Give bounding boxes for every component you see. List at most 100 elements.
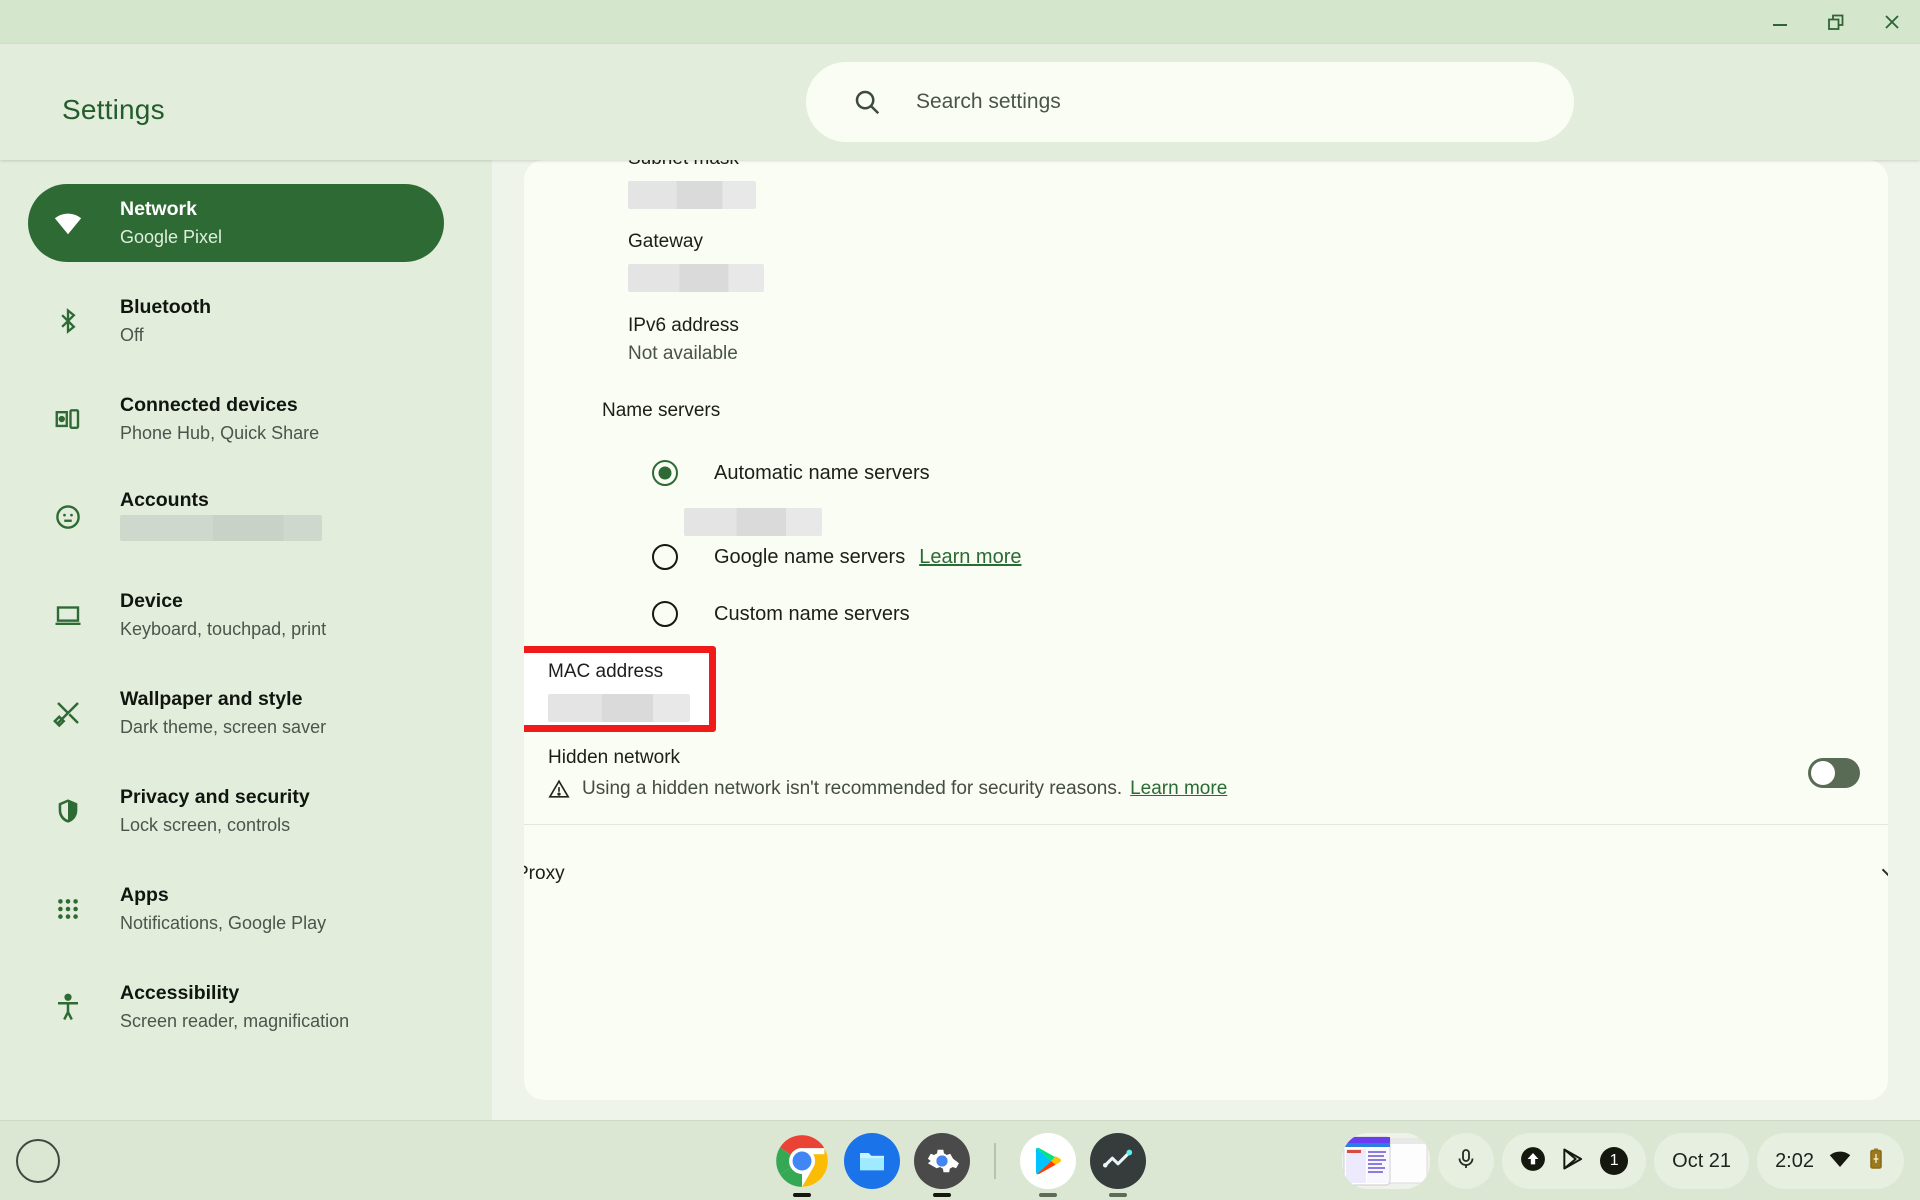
play-store-icon[interactable] — [1020, 1133, 1076, 1197]
accessibility-icon — [48, 987, 88, 1027]
warning-triangle-icon — [548, 778, 570, 800]
account-icon — [48, 497, 88, 537]
date-label: Oct 21 — [1672, 1149, 1732, 1172]
toggle-knob — [1811, 761, 1835, 785]
network-details-panel: Subnet mask Gateway IPv6 address Not ava… — [492, 160, 1920, 1120]
radio-custom-name-servers[interactable]: Custom name servers — [652, 601, 910, 627]
hidden-network-warning-text: Using a hidden network isn't recommended… — [582, 778, 1123, 799]
search-icon — [852, 87, 882, 117]
window-titlebar — [0, 0, 1920, 44]
radio-label: Custom name servers — [714, 602, 910, 625]
gateway-field: Gateway — [628, 228, 764, 292]
close-icon — [1885, 15, 1899, 29]
sidebar-item-subtitle: Screen reader, magnification — [120, 1011, 350, 1031]
microphone-icon — [1454, 1147, 1478, 1176]
radio-automatic-name-servers[interactable]: Automatic name servers — [652, 460, 930, 486]
sidebar-item-accessibility[interactable]: Accessibility Screen reader, magnificati… — [28, 968, 452, 1046]
sidebar-item-subtitle: Notifications, Google Play — [120, 913, 327, 933]
close-button[interactable] — [1864, 0, 1920, 44]
radio-button-indicator[interactable] — [652, 601, 678, 627]
sidebar-item-subtitle: Off — [120, 325, 144, 345]
hidden-network-row: Hidden network Using a hidden network is… — [548, 744, 1778, 800]
laptop-icon — [48, 595, 88, 635]
date-tray-button[interactable]: Oct 21 — [1654, 1133, 1750, 1189]
battery-charging-icon — [1866, 1147, 1886, 1176]
wallpaper-style-icon — [48, 693, 88, 733]
subnet-mask-label: Subnet mask — [628, 160, 756, 173]
sidebar-item-title: Privacy and security — [120, 786, 310, 808]
chevron-down-icon[interactable] — [1876, 859, 1888, 890]
sidebar-item-apps[interactable]: Apps Notifications, Google Play — [28, 870, 452, 948]
mac-address-field: MAC address — [548, 658, 690, 722]
microphone-status-button[interactable] — [1438, 1133, 1495, 1189]
sidebar-item-bluetooth[interactable]: Bluetooth Off — [28, 282, 452, 360]
content-area: Network Google Pixel Bluetooth Off Conne… — [0, 160, 1920, 1120]
proxy-label: Proxy — [524, 863, 565, 884]
shelf-app-list — [774, 1133, 1146, 1197]
hidden-network-learn-more-link[interactable]: Learn more — [1130, 778, 1227, 800]
sidebar-item-subtitle: Keyboard, touchpad, print — [120, 619, 327, 639]
network-settings-card: Subnet mask Gateway IPv6 address Not ava… — [524, 160, 1888, 1100]
subnet-mask-field: Subnet mask — [628, 160, 756, 209]
maximize-restore-button[interactable] — [1808, 0, 1864, 44]
notification-count-badge[interactable]: 1 — [1600, 1147, 1629, 1175]
radio-button-indicator[interactable] — [652, 460, 678, 486]
page-title: Settings — [62, 94, 165, 125]
radio-button-indicator[interactable] — [652, 544, 678, 570]
sidebar-item-title: Bluetooth — [120, 296, 211, 318]
window-preview-thumbnail[interactable] — [1342, 1133, 1431, 1189]
sidebar-item-title: Apps — [120, 884, 169, 906]
search-input[interactable] — [916, 90, 1516, 114]
sidebar-item-title: Device — [120, 590, 183, 612]
proxy-row[interactable]: Proxy — [524, 832, 1888, 916]
launcher-circle-icon[interactable] — [16, 1139, 60, 1183]
settings-gear-icon[interactable] — [914, 1133, 970, 1197]
sidebar-item-network[interactable]: Network Google Pixel — [28, 184, 444, 262]
name-servers-section-label: Name servers — [602, 400, 721, 421]
search-bar[interactable] — [806, 62, 1574, 142]
sidebar-item-title: Wallpaper and style — [120, 688, 303, 710]
sidebar-item-accounts[interactable]: Accounts — [28, 478, 452, 556]
ipv6-address-field: IPv6 address Not available — [628, 312, 739, 368]
wifi-status-icon — [1828, 1147, 1852, 1176]
sidebar-item-subtitle: Dark theme, screen saver — [120, 717, 327, 737]
sidebar-item-subtitle: Google Pixel — [120, 227, 223, 247]
upload-cloud-icon[interactable] — [1520, 1146, 1546, 1177]
chromeos-settings-window: Settings Network Google Pixel — [0, 0, 1920, 1200]
radio-label: Automatic name servers — [714, 461, 930, 484]
ipv6-address-value: Not available — [628, 343, 738, 364]
sidebar-item-title: Accessibility — [120, 982, 240, 1004]
ipv6-address-label: IPv6 address — [628, 315, 739, 336]
shield-icon — [48, 791, 88, 831]
radio-label: Google name servers — [714, 545, 906, 568]
connected-devices-icon — [48, 399, 88, 439]
gateway-value-redacted — [628, 264, 764, 292]
sidebar-item-subtitle: Lock screen, controls — [120, 815, 291, 835]
sidebar-item-device[interactable]: Device Keyboard, touchpad, print — [28, 576, 452, 654]
sidebar-item-subtitle: Phone Hub, Quick Share — [120, 423, 320, 443]
radio-google-name-servers[interactable]: Google name servers Learn more — [652, 544, 1021, 570]
play-store-glyph-icon[interactable] — [1560, 1146, 1586, 1177]
gateway-label: Gateway — [628, 231, 703, 252]
system-shelf: 1 Oct 21 2:02 — [0, 1120, 1920, 1200]
stock-chart-icon[interactable] — [1090, 1133, 1146, 1197]
minimize-button[interactable] — [1752, 0, 1808, 44]
google-name-servers-learn-more-link[interactable]: Learn more — [919, 546, 1021, 569]
wifi-icon — [48, 203, 88, 243]
hidden-network-label: Hidden network — [548, 747, 681, 768]
hidden-network-toggle[interactable] — [1808, 758, 1860, 788]
clock-label: 2:02 — [1775, 1149, 1814, 1172]
sidebar-item-connected-devices[interactable]: Connected devices Phone Hub, Quick Share — [28, 380, 452, 458]
bluetooth-icon — [48, 301, 88, 341]
sidebar-item-title: Connected devices — [120, 394, 298, 416]
mac-address-value-redacted — [548, 694, 690, 722]
app-active-indicator — [793, 1193, 811, 1197]
chrome-icon[interactable] — [774, 1133, 830, 1197]
sidebar-item-title: Network — [120, 198, 197, 220]
system-tray-button[interactable]: 2:02 — [1757, 1133, 1904, 1189]
sidebar-item-privacy-and-security[interactable]: Privacy and security Lock screen, contro… — [28, 772, 452, 850]
sidebar-item-wallpaper-and-style[interactable]: Wallpaper and style Dark theme, screen s… — [28, 674, 452, 752]
settings-sidebar: Network Google Pixel Bluetooth Off Conne… — [0, 160, 492, 1120]
files-icon[interactable] — [844, 1133, 900, 1189]
tray-status-group[interactable]: 1 — [1502, 1133, 1647, 1189]
